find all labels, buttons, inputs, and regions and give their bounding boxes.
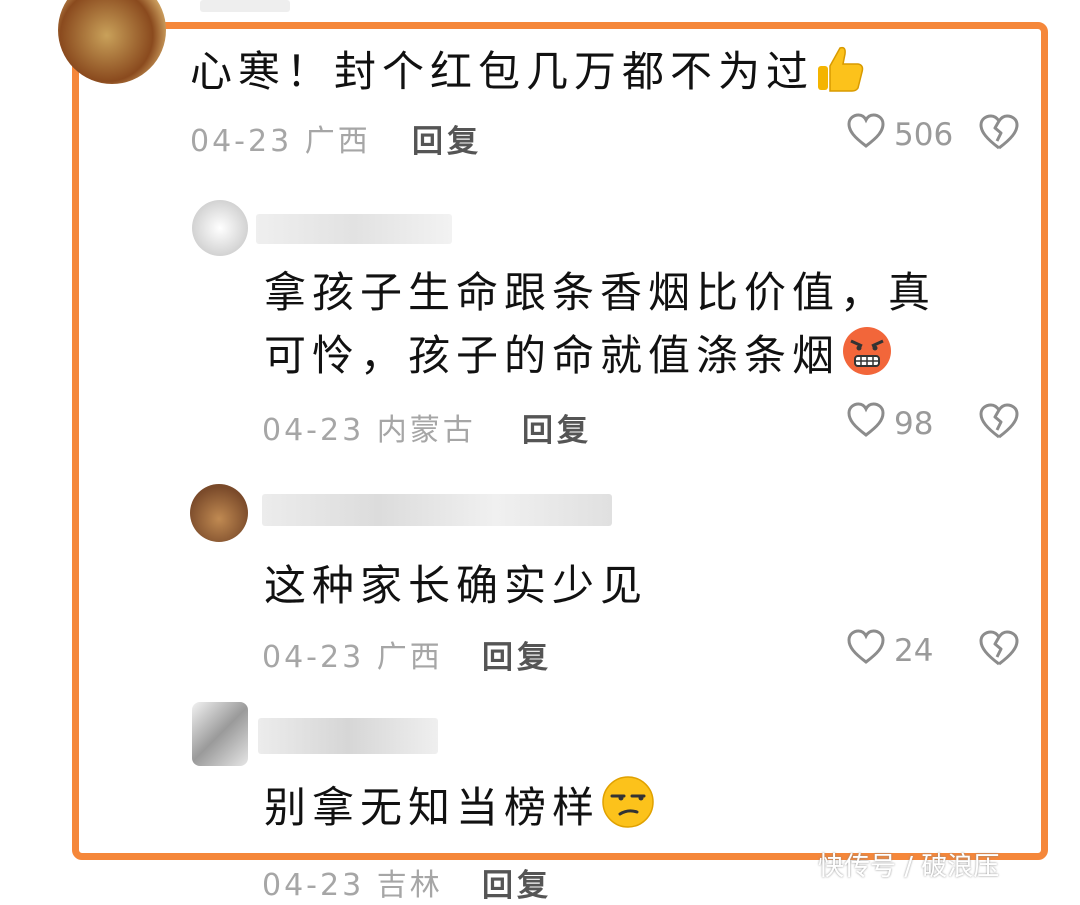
dislike-button[interactable] [978,113,1020,155]
broken-heart-icon [978,403,1020,444]
reply-button[interactable]: 回复 [522,405,592,450]
heart-icon [846,113,886,157]
angry-face-icon [840,324,894,395]
thumbs-up-icon [814,44,866,104]
comment-text-line: 拿孩子生命跟条香烟比价值，真 [264,268,937,317]
comment-date: 04-23 [190,124,293,159]
like-count: 24 [894,633,934,669]
broken-heart-icon [978,630,1020,671]
heart-icon [846,629,886,673]
username-blurred[interactable] [256,214,452,244]
unamused-face-icon [600,774,656,840]
comment-text-content: 心寒！封个红包几万都不为过 [190,47,815,96]
like-count: 506 [894,117,954,153]
comment-date: 04-23 [262,640,365,675]
comment-text: 心寒！封个红包几万都不为过 [190,38,866,104]
comment-meta: 04-23 吉林 [262,860,443,904]
dislike-button[interactable] [978,629,1020,671]
reply-button[interactable]: 回复 [412,116,482,161]
comment-date: 04-23 [262,413,365,448]
comment-meta: 04-23 广西 [262,632,443,676]
comment-text-content: 别拿无知当榜样 [264,783,601,832]
username-blurred[interactable] [200,0,290,12]
watermark: 快传号 / 破浪压 [818,852,1000,882]
like-button[interactable]: 24 [846,629,933,673]
avatar[interactable] [192,702,248,766]
comment-text-line: 可怜，孩子的命就值涤条烟 [264,331,841,380]
like-count: 98 [894,406,934,442]
comment-text: 拿孩子生命跟条香烟比价值，真 可怜，孩子的命就值涤条烟 [264,262,936,395]
comment-location: 吉林 [376,868,443,903]
comment-location: 广西 [304,124,371,159]
comment-location: 广西 [376,640,443,675]
comment-meta: 04-23 内蒙古 [262,405,476,449]
avatar[interactable] [190,484,248,542]
like-button[interactable]: 98 [846,402,933,446]
reply-button[interactable]: 回复 [482,860,552,905]
dislike-button[interactable] [978,402,1020,444]
comment-text: 这种家长确实少见 [264,561,649,610]
comment-text: 别拿无知当榜样 [264,774,656,840]
broken-heart-icon [978,114,1020,155]
comment-location: 内蒙古 [376,413,476,448]
like-button[interactable]: 506 [846,113,953,157]
reply-button[interactable]: 回复 [482,632,552,677]
comment-meta: 04-23 广西 [190,116,371,160]
avatar[interactable] [192,200,248,256]
comment-date: 04-23 [262,868,365,903]
username-blurred[interactable] [262,494,612,526]
heart-icon [846,402,886,446]
username-blurred[interactable] [258,718,438,754]
